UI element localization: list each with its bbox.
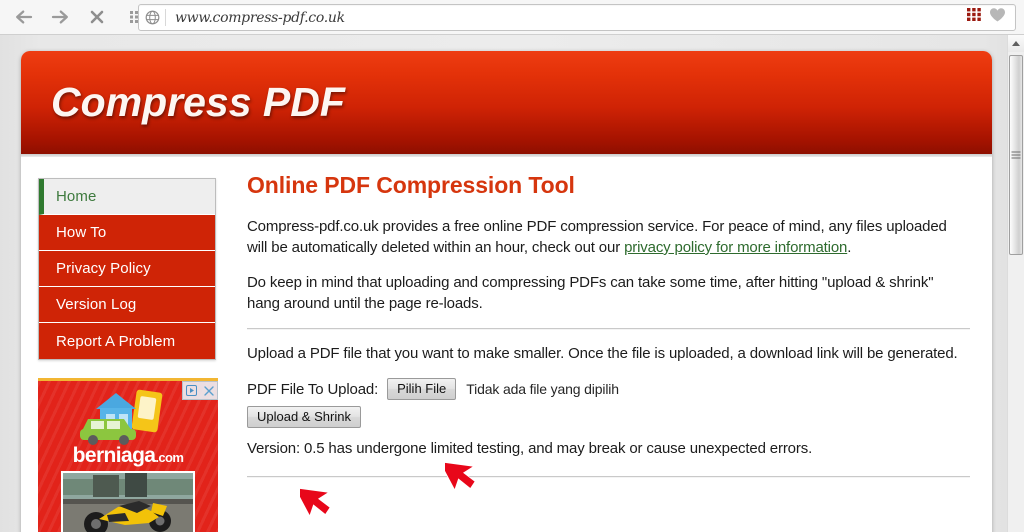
forward-arrow-icon[interactable] (45, 2, 75, 32)
sidebar-item-label: Version Log (56, 296, 137, 313)
sidebar: Home How To Privacy Policy Version Log R… (38, 178, 218, 532)
stop-x-icon[interactable] (82, 2, 112, 32)
file-status-text: Tidak ada file yang dipilih (466, 381, 619, 397)
website-container: Compress PDF Home How To Privacy Policy (21, 51, 992, 532)
page-viewport: Compress PDF Home How To Privacy Policy (0, 35, 1024, 532)
sidebar-item-version-log[interactable]: Version Log (39, 287, 215, 323)
sidebar-nav: Home How To Privacy Policy Version Log R… (38, 178, 216, 360)
sidebar-item-label: How To (56, 224, 107, 241)
sidebar-item-how-to[interactable]: How To (39, 215, 215, 251)
url-input[interactable]: www.compress-pdf.co.uk (166, 10, 967, 26)
scrollbar-grip-icon (1011, 150, 1021, 161)
red-grid-icon[interactable] (967, 8, 982, 27)
choose-file-button[interactable]: Pilih File (387, 378, 457, 400)
ad-brand-logo: berniaga.com (38, 444, 218, 468)
sidebar-item-home[interactable]: Home (39, 179, 215, 215)
divider-bottom (247, 476, 970, 478)
intro-text-after: . (847, 239, 852, 256)
site-body: Home How To Privacy Policy Version Log R… (21, 164, 992, 532)
scroll-up-arrow-icon[interactable] (1008, 35, 1024, 52)
privacy-policy-link[interactable]: privacy policy for more information (624, 239, 847, 256)
intro-paragraph: Compress-pdf.co.uk provides a free onlin… (247, 216, 970, 258)
globe-icon (139, 10, 165, 25)
version-note: Version: 0.5 has undergone limited testi… (247, 440, 813, 457)
sidebar-item-report-a-problem[interactable]: Report A Problem (39, 323, 215, 359)
site-title: Compress PDF (51, 79, 345, 125)
header-spacer (21, 157, 992, 164)
file-upload-row: PDF File To Upload: Pilih File Tidak ada… (247, 378, 970, 400)
vertical-scrollbar[interactable] (1007, 35, 1024, 532)
submit-row: Upload & Shrink (247, 406, 970, 428)
sidebar-item-label: Privacy Policy (56, 260, 151, 277)
address-bar[interactable]: www.compress-pdf.co.uk (138, 4, 1016, 31)
upload-and-shrink-button[interactable]: Upload & Shrink (247, 406, 361, 428)
upload-instructions-paragraph: Upload a PDF file that you want to make … (247, 345, 958, 362)
file-upload-label: PDF File To Upload: (247, 380, 379, 398)
page-title: Online PDF Compression Tool (247, 172, 575, 198)
main-content: Online PDF Compression Tool Compress-pdf… (216, 170, 992, 532)
advertisement-banner[interactable]: berniaga.com (38, 378, 218, 532)
ad-brand-domain: .com (155, 450, 184, 465)
divider-top (247, 328, 970, 330)
heart-icon[interactable] (989, 7, 1006, 28)
sidebar-item-label: Report A Problem (56, 332, 176, 350)
ad-illustration-house-car-phone (80, 389, 163, 445)
notice-paragraph: Do keep in mind that uploading and compr… (247, 274, 934, 312)
sidebar-item-label: Home (56, 188, 97, 205)
ad-brand-name: berniaga (72, 444, 156, 467)
back-arrow-icon[interactable] (9, 2, 39, 32)
ad-product-photo-motorcycle (61, 471, 195, 532)
site-header: Compress PDF (21, 51, 992, 154)
scrollbar-thumb[interactable] (1009, 55, 1023, 255)
browser-toolbar: www.compress-pdf.co.uk (0, 0, 1024, 35)
sidebar-item-privacy-policy[interactable]: Privacy Policy (39, 251, 215, 287)
